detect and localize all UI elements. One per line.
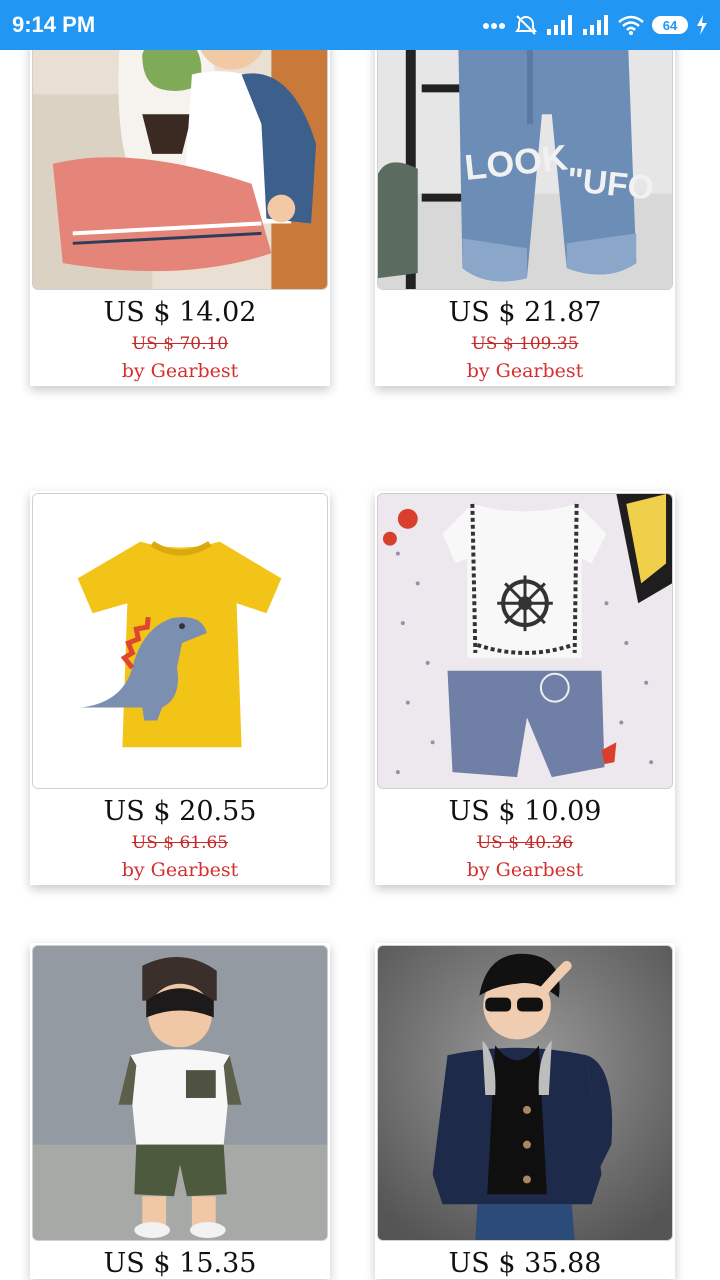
product-seller: by Gearbest [121, 360, 239, 382]
product-price: US $ 15.35 [103, 1248, 257, 1279]
status-bar: 9:14 PM 64 [0, 0, 720, 50]
product-image[interactable] [377, 493, 673, 789]
product-card[interactable]: US $ 15.35 [30, 943, 330, 1279]
product-card[interactable]: US $ 14.02 US $ 70.10 by Gearbest [30, 0, 330, 386]
product-price: US $ 21.87 [448, 297, 602, 328]
product-old-price: US $ 70.10 [131, 334, 229, 354]
product-price: US $ 35.88 [448, 1248, 602, 1279]
status-icons: 64 [482, 13, 708, 37]
product-image[interactable] [32, 493, 328, 789]
product-price: US $ 10.09 [448, 796, 602, 827]
product-image[interactable] [377, 945, 673, 1241]
product-old-price: US $ 109.35 [471, 334, 579, 354]
product-price: US $ 20.55 [103, 796, 257, 827]
product-card[interactable]: US $ 35.88 [375, 943, 675, 1279]
product-card[interactable]: US $ 10.09 US $ 40.36 by Gearbest [375, 491, 675, 885]
product-card[interactable]: LOOK "UFO US $ 21.87 US $ 109.35 by Gear… [375, 0, 675, 386]
status-time: 9:14 PM [12, 12, 96, 37]
battery-icon: 64 [652, 16, 688, 34]
camo-outfit-image [33, 946, 327, 1240]
alarm-off-icon [515, 15, 537, 35]
nautical-set-image [378, 494, 672, 788]
navy-coat-image [378, 946, 672, 1240]
product-seller: by Gearbest [466, 859, 584, 881]
product-price: US $ 14.02 [103, 297, 257, 328]
product-card[interactable]: US $ 20.55 US $ 61.65 by Gearbest [30, 491, 330, 885]
wifi-icon [618, 15, 644, 35]
more-dots-icon [483, 23, 505, 29]
charging-icon [697, 15, 707, 35]
product-image[interactable] [32, 945, 328, 1241]
product-old-price: US $ 61.65 [131, 833, 229, 853]
signal-icon [547, 15, 572, 35]
dino-shirt-image [33, 494, 327, 788]
product-seller: by Gearbest [466, 360, 584, 382]
product-old-price: US $ 40.36 [476, 833, 574, 853]
product-seller: by Gearbest [121, 859, 239, 881]
signal-icon-2 [583, 15, 608, 35]
